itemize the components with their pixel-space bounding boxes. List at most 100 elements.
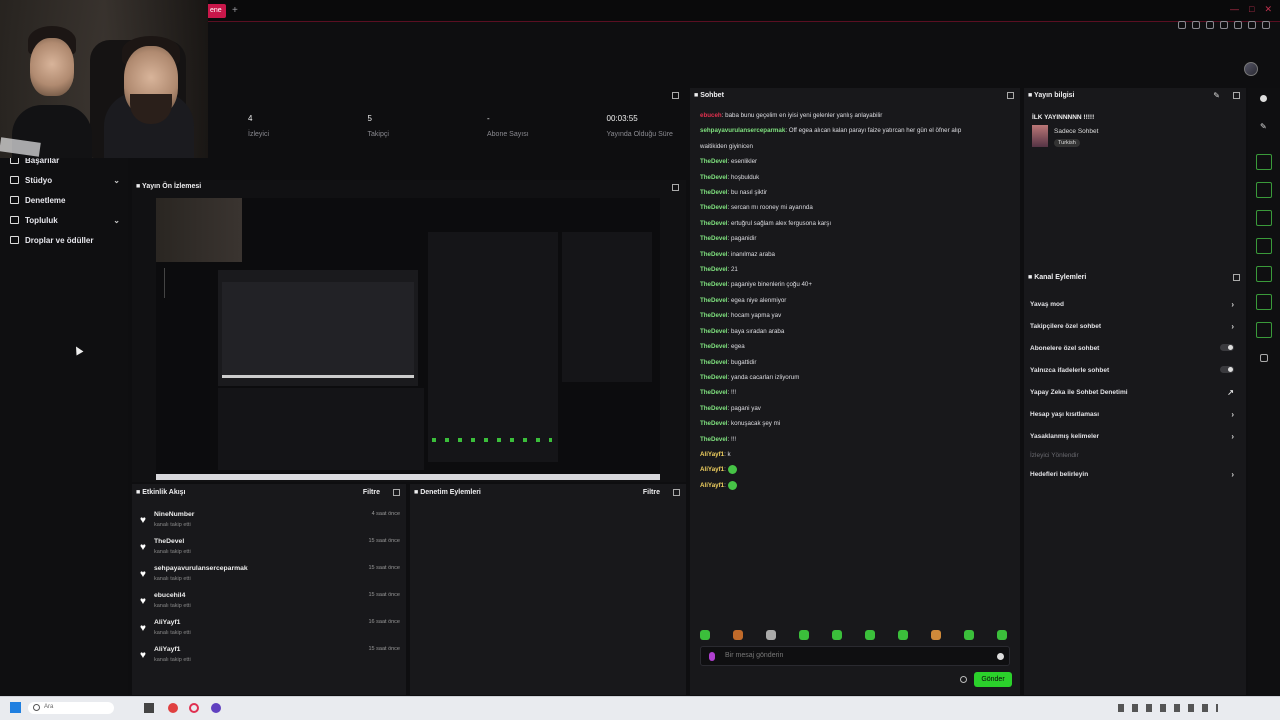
emote-icon[interactable] [997, 630, 1007, 640]
screenshot-icon[interactable] [1206, 21, 1214, 29]
emote-icon[interactable] [898, 630, 908, 640]
setting-emote-only[interactable]: Yalnızca ifadelerle sohbet [1030, 366, 1238, 374]
chat-username[interactable]: TheDevel [700, 312, 728, 319]
activity-filter-button[interactable]: Filtre [363, 489, 380, 496]
expand-icon[interactable] [672, 184, 679, 191]
pen-icon[interactable]: ✎ [1260, 122, 1267, 131]
sidebar-item-drops[interactable]: Droplar ve ödüller [0, 230, 128, 250]
chat-username[interactable]: TheDevel [700, 220, 728, 227]
chat-username[interactable]: TheDevel [700, 389, 728, 396]
edit-icon[interactable]: ✎ [1213, 91, 1220, 100]
sidebar-item-moderation[interactable]: Denetleme [0, 190, 128, 210]
setting-account-age[interactable]: Hesap yaşı kısıtlaması › [1030, 410, 1238, 419]
setting-slow-mode[interactable]: Yavaş mod › [1030, 300, 1238, 309]
taskbar-search[interactable]: Ara [28, 702, 114, 714]
profile-icon[interactable] [1248, 21, 1256, 29]
emote-icon[interactable] [700, 630, 710, 640]
share-icon[interactable] [1262, 21, 1270, 29]
extension-icon[interactable] [1192, 21, 1200, 29]
puzzle-icon[interactable] [1260, 354, 1268, 362]
chat-username[interactable]: TheDevel [700, 359, 728, 366]
setting-followers-only[interactable]: Takipçilere özel sohbet › [1030, 322, 1238, 331]
expand-icon[interactable] [673, 489, 680, 496]
bookmark-icon[interactable] [1178, 21, 1186, 29]
emote-icon[interactable] [964, 630, 974, 640]
microphone-icon[interactable] [709, 652, 715, 661]
stream-preview-video[interactable] [156, 198, 660, 480]
setting-goals[interactable]: Hedefleri belirleyin › [1030, 470, 1238, 479]
expand-icon[interactable] [393, 489, 400, 496]
chat-username[interactable]: TheDevel [700, 189, 728, 196]
app-icon[interactable] [211, 703, 221, 713]
mod-filter-button[interactable]: Filtre [643, 489, 660, 496]
emote-icon[interactable] [865, 630, 875, 640]
close-icon[interactable]: ✕ [1264, 4, 1272, 15]
chat-username[interactable]: TheDevel [700, 251, 728, 258]
sidebar-item-community[interactable]: Topluluk ⌄ [0, 210, 128, 230]
chat-username[interactable]: AliYayf1 [700, 482, 724, 489]
chat-username[interactable]: TheDevel [700, 328, 728, 335]
emoji-icon[interactable] [997, 653, 1004, 660]
system-tray-icons[interactable] [1118, 704, 1218, 712]
wrench-tool-icon[interactable] [1256, 322, 1272, 338]
chat-settings-icon[interactable] [960, 676, 967, 683]
follower-name[interactable]: TheDevel [154, 538, 184, 545]
new-tab-button[interactable]: + [232, 5, 238, 16]
rail-tool-3-icon[interactable] [1256, 210, 1272, 226]
rail-tool-2-icon[interactable] [1256, 182, 1272, 198]
chat-username[interactable]: TheDevel [700, 281, 728, 288]
chat-username[interactable]: TheDevel [700, 420, 728, 427]
rail-tool-6-icon[interactable] [1256, 294, 1272, 310]
chat-username[interactable]: ebuceh [700, 112, 722, 119]
emote-icon[interactable] [931, 630, 941, 640]
chat-username[interactable]: sehpayavurulanserceparmak [700, 127, 785, 134]
chat-username[interactable]: TheDevel [700, 297, 728, 304]
rail-tool-1-icon[interactable] [1256, 154, 1272, 170]
follower-name[interactable]: AliYayf1 [154, 646, 180, 653]
expand-icon[interactable] [1233, 274, 1240, 281]
setting-banned-words[interactable]: Yasaklanmış kelimeler › [1030, 432, 1238, 441]
chat-message-input[interactable]: Bir mesaj gönderin [700, 646, 1010, 666]
emote-only-toggle[interactable] [1220, 366, 1234, 373]
send-button[interactable]: Gönder [974, 672, 1012, 687]
maximize-icon[interactable]: □ [1249, 4, 1254, 15]
browser-icon[interactable] [168, 703, 178, 713]
follower-name[interactable]: AliYayf1 [154, 619, 180, 626]
emote-icon[interactable] [733, 630, 743, 640]
settings-icon[interactable] [1220, 21, 1228, 29]
chat-username[interactable]: TheDevel [700, 174, 728, 181]
rail-tool-5-icon[interactable] [1256, 266, 1272, 282]
minimize-icon[interactable]: — [1230, 4, 1239, 15]
follower-name[interactable]: NineNumber [154, 511, 194, 518]
chat-username[interactable]: TheDevel [700, 436, 728, 443]
chat-username[interactable]: TheDevel [700, 204, 728, 211]
chat-username[interactable]: TheDevel [700, 235, 728, 242]
chat-username[interactable]: AliYayf1 [700, 451, 724, 458]
chat-username[interactable]: TheDevel [700, 343, 728, 350]
expand-icon[interactable] [1007, 92, 1014, 99]
follower-name[interactable]: ebucehil4 [154, 592, 185, 599]
chat-username[interactable]: TheDevel [700, 266, 728, 273]
user-avatar[interactable] [1244, 62, 1258, 76]
emote-icon[interactable] [832, 630, 842, 640]
expand-icon[interactable] [672, 92, 679, 99]
sidebar-item-studio[interactable]: Stüdyo ⌄ [0, 170, 128, 190]
browser-tab[interactable]: ene [206, 4, 226, 18]
opera-icon[interactable] [189, 703, 199, 713]
chat-username[interactable]: TheDevel [700, 158, 728, 165]
favorite-icon[interactable] [1234, 21, 1242, 29]
chat-bubble-icon[interactable] [1256, 238, 1272, 254]
file-explorer-icon[interactable] [144, 703, 154, 713]
windows-start-icon[interactable] [10, 702, 21, 713]
emote-icon[interactable] [766, 630, 776, 640]
setting-subscribers-only[interactable]: Abonelere özel sohbet [1030, 344, 1238, 352]
expand-icon[interactable] [1233, 92, 1240, 99]
subscribers-only-toggle[interactable] [1220, 344, 1234, 351]
follower-name[interactable]: sehpayavurulanserceparmak [154, 565, 248, 572]
emote-icon[interactable] [799, 630, 809, 640]
record-icon[interactable] [1260, 95, 1267, 102]
chat-username[interactable]: TheDevel [700, 405, 728, 412]
chat-username[interactable]: TheDevel [700, 374, 728, 381]
setting-ai-moderation[interactable]: Yapay Zeka ile Sohbet Denetimi ↗ [1030, 388, 1238, 397]
chat-username[interactable]: AliYayf1 [700, 466, 724, 473]
